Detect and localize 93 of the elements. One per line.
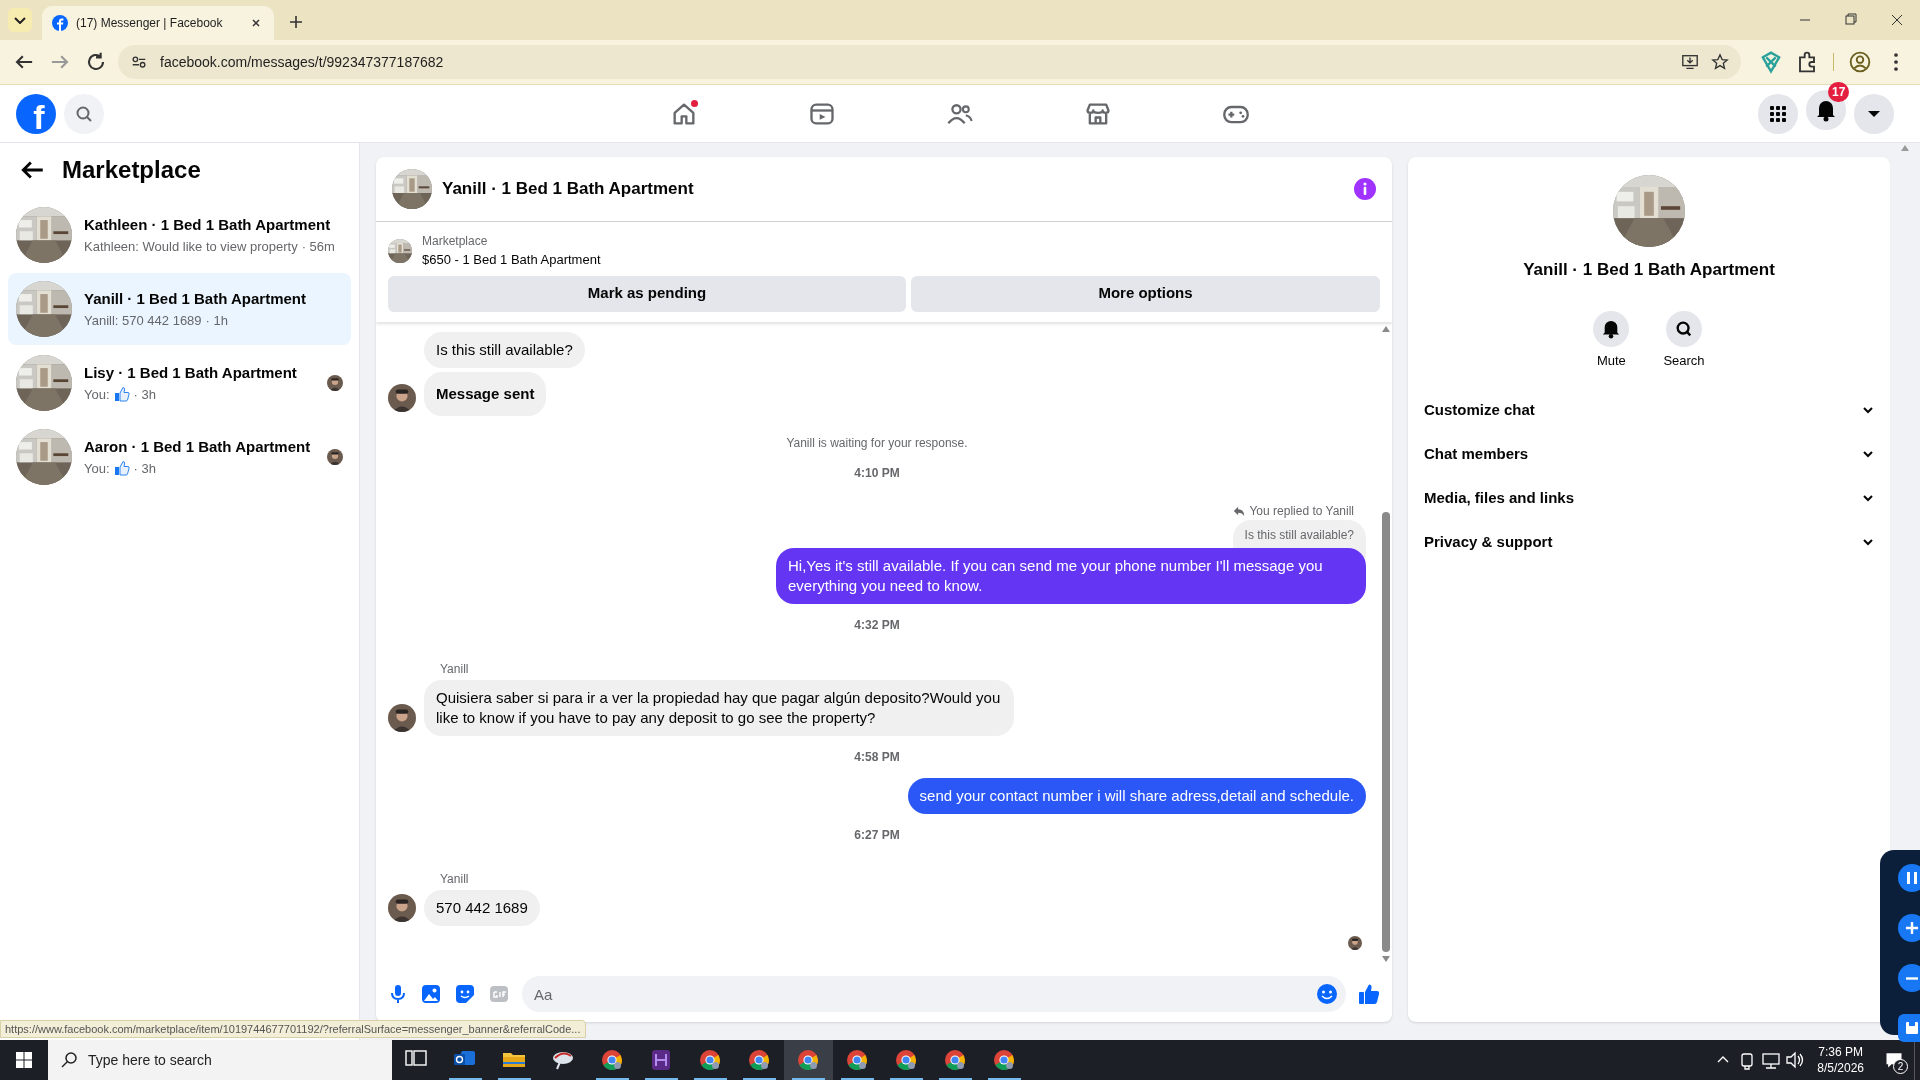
- conversation-title: Kathleen · 1 Bed 1 Bath Apartment: [84, 215, 332, 235]
- message-time: · 3h: [133, 459, 156, 478]
- message-input[interactable]: Aa: [522, 976, 1346, 1012]
- taskbar-search[interactable]: Type here to search: [48, 1040, 392, 1080]
- message-bubble: Message sent: [424, 371, 547, 416]
- conversation-title: Yanill · 1 Bed 1 Bath Apartment: [1523, 259, 1775, 281]
- app-icon: [649, 1048, 673, 1072]
- sticker-icon[interactable]: [454, 983, 476, 1005]
- tab-title: (17) Messenger | Facebook: [76, 15, 224, 32]
- section-header[interactable]: Media, files and links: [1424, 476, 1874, 520]
- message-time: · 1h: [205, 311, 228, 330]
- microphone-icon[interactable]: [388, 983, 408, 1005]
- message-preview: You:: [84, 459, 110, 478]
- scroll-down-icon[interactable]: [1382, 956, 1390, 962]
- emoji-icon[interactable]: [1316, 983, 1338, 1005]
- caret-icon: [1868, 110, 1880, 117]
- timestamp: 4:10 PM: [854, 464, 900, 482]
- section-header[interactable]: Chat members: [1424, 432, 1874, 476]
- zoom-out-button[interactable]: [1898, 964, 1920, 992]
- pause-icon: [1907, 872, 1917, 884]
- message-time: · 56m: [301, 237, 335, 256]
- timestamp: 4:58 PM: [854, 748, 900, 766]
- thumbs-up-icon[interactable]: [1358, 983, 1380, 1005]
- notification-count: 2: [1893, 1059, 1908, 1074]
- save-button[interactable]: [1898, 1014, 1920, 1042]
- timestamp: 4:32 PM: [854, 616, 900, 634]
- search-icon: [60, 1051, 78, 1069]
- star-icon[interactable]: [1711, 53, 1729, 71]
- message-preview: Kathleen: Would like to view property: [84, 237, 298, 256]
- chrome-icon: [600, 1048, 624, 1072]
- message-bubble: 570 442 1689: [424, 889, 540, 926]
- address-bar[interactable]: facebook.com/messages/t/992347377187682: [118, 45, 1741, 79]
- listing-title: $650 - 1 Bed 1 Bath Apartment: [422, 251, 601, 269]
- conversation-title: Yanill · 1 Bed 1 Bath Apartment: [84, 289, 307, 309]
- message-time: · 3h: [133, 385, 156, 404]
- site-settings-icon: [130, 53, 148, 71]
- mute-button[interactable]: [1593, 310, 1630, 347]
- browser-tab[interactable]: (17) Messenger | Facebook: [42, 6, 274, 40]
- action-label: Mute: [1596, 351, 1626, 370]
- section-header[interactable]: Privacy & support: [1424, 520, 1874, 564]
- account-menu-button[interactable]: [1854, 93, 1894, 134]
- conversation-title: Lisy · 1 Bed 1 Bath Apartment: [84, 363, 298, 383]
- taskbar-button[interactable]: [784, 1040, 833, 1080]
- action-button[interactable]: More options: [911, 275, 1380, 312]
- sender-name: Yanill: [440, 870, 470, 888]
- clock[interactable]: 7:36 PM 8/5/2026: [1807, 1044, 1874, 1076]
- tab-list-button[interactable]: [8, 8, 32, 32]
- message-preview: You:: [84, 385, 110, 404]
- search-button[interactable]: [1666, 310, 1702, 347]
- pause-button[interactable]: [1898, 864, 1920, 892]
- conversation-title: Yanill · 1 Bed 1 Bath Apartment: [442, 178, 695, 201]
- photo-icon[interactable]: [420, 983, 442, 1005]
- avatar: [388, 703, 416, 732]
- section-header[interactable]: Customize chat: [1424, 388, 1874, 432]
- message-preview: Yanill: 570 442 1689: [84, 311, 202, 330]
- message-bubble: Is this still available?: [424, 331, 585, 368]
- facebook-logo[interactable]: f: [16, 93, 56, 134]
- plus-icon: [1906, 922, 1918, 934]
- chrome-icon: [943, 1048, 967, 1072]
- message-bubble: Quisiera saber si para ir a ver la propiedad hay que pagar algún deposito?Would you like to know if you have to pay any deposit to go see the property?: [424, 679, 1014, 736]
- conversation-item[interactable]: Yanill · 1 Bed 1 Bath Apartment Yanill: 570 442 1689 · 1h: [8, 273, 351, 345]
- message-bubble: send your contact number i will share adress,detail and schedule.: [907, 777, 1366, 814]
- notification-center-button[interactable]: 2: [1874, 1040, 1914, 1080]
- sender-name: Yanill: [440, 660, 470, 678]
- scrollbar-thumb[interactable]: [1382, 512, 1390, 952]
- chrome-icon: [747, 1048, 771, 1072]
- chrome-icon: [992, 1048, 1016, 1072]
- action-button[interactable]: Mark as pending: [388, 275, 906, 312]
- action-label: Search: [1663, 351, 1705, 370]
- apps-menu-button[interactable]: [1758, 93, 1798, 134]
- system-message: Yanill is waiting for your response.: [786, 434, 968, 452]
- chrome-icon: [845, 1048, 869, 1072]
- sidebar-title: Marketplace: [62, 155, 201, 185]
- chevron-icon: [14, 16, 26, 24]
- listing-label: Marketplace: [422, 233, 489, 250]
- save-icon: [1906, 1022, 1918, 1034]
- reply-note: You replied to Yanill: [1249, 502, 1354, 520]
- avatar: [388, 893, 416, 922]
- scroll-up-icon[interactable]: [1382, 325, 1390, 332]
- chrome-icon: [894, 1048, 918, 1072]
- minus-icon: [1906, 976, 1918, 980]
- chrome-icon: [698, 1048, 722, 1072]
- message-bubble: Hi,Yes it's still available. If you can send me your phone number I'll message you everything you need to know.: [776, 547, 1366, 604]
- zoom-in-button[interactable]: [1898, 914, 1920, 942]
- chrome-icon: [796, 1048, 820, 1072]
- install-icon[interactable]: [1681, 53, 1699, 71]
- avatar: [388, 383, 416, 412]
- conversation-title: Aaron · 1 Bed 1 Bath Apartment: [84, 437, 312, 457]
- info-icon[interactable]: [1354, 178, 1376, 200]
- timestamp: 6:27 PM: [854, 826, 900, 844]
- status-url: https://www.facebook.com/marketplace/item/1019744677701192/?referralSurface=messenger_banner&referralCode...: [0, 1020, 586, 1038]
- reply-icon: [1233, 504, 1246, 517]
- facebook-icon: [52, 15, 68, 31]
